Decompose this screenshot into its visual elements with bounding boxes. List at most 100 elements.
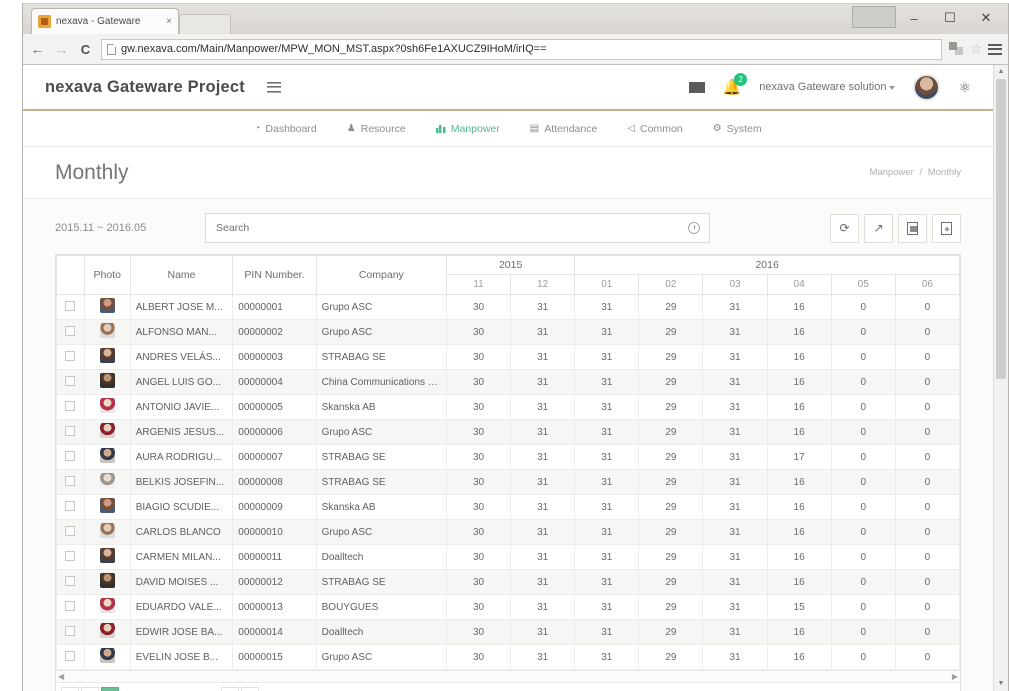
th-company[interactable]: Company bbox=[315, 255, 448, 295]
breadcrumb-parent[interactable]: Manpower bbox=[869, 167, 913, 178]
table-row[interactable]: ANTONIO JAVIE... 00000005 Skanska AB 30 31 31… bbox=[56, 394, 961, 420]
row-checkbox[interactable] bbox=[65, 625, 76, 636]
row-checkbox-cell[interactable] bbox=[56, 569, 85, 595]
table-row[interactable]: CARMEN MILAN... 00000011 Doalltech 30 31 31 29… bbox=[56, 544, 961, 570]
th-pin-number[interactable]: PIN Number. bbox=[232, 255, 317, 295]
th-select-all[interactable] bbox=[56, 255, 85, 295]
refresh-button[interactable]: ⟳ bbox=[830, 213, 859, 243]
row-checkbox[interactable] bbox=[65, 450, 76, 461]
bookmark-star-icon[interactable]: ☆ bbox=[970, 41, 982, 57]
forward-icon[interactable]: → bbox=[53, 41, 70, 57]
table-row[interactable]: ANGEL LUIS GO... 00000004 China Communicat… bbox=[56, 369, 961, 395]
table-row[interactable]: EVELIN JOSE B... 00000015 Grupo ASC 30 31 31 2… bbox=[56, 644, 961, 670]
avatar[interactable] bbox=[913, 73, 941, 101]
row-checkbox-cell[interactable] bbox=[56, 469, 85, 495]
scroll-right-icon[interactable]: ▶ bbox=[952, 672, 958, 681]
pager-page-5[interactable]: 5 bbox=[181, 687, 199, 691]
nav-item-resource[interactable]: ♟ Resource bbox=[347, 123, 406, 135]
pager-page-1[interactable]: 1 bbox=[101, 686, 119, 691]
th-month-2016-03[interactable]: 03 bbox=[702, 274, 768, 295]
row-checkbox[interactable] bbox=[65, 350, 76, 361]
th-month-2016-04[interactable]: 04 bbox=[766, 274, 832, 295]
scroll-left-icon[interactable]: ◀ bbox=[58, 672, 64, 681]
nav-item-attendance[interactable]: ▤ Attendance bbox=[530, 123, 598, 135]
clock-icon[interactable] bbox=[688, 222, 700, 234]
th-month-2015-12[interactable]: 12 bbox=[510, 274, 576, 295]
row-checkbox[interactable] bbox=[65, 600, 76, 611]
table-row[interactable]: ARGENIS JESUS... 00000006 Grupo ASC 30 31 31 2… bbox=[56, 419, 961, 445]
close-tab-icon[interactable]: × bbox=[166, 16, 172, 27]
user-menu[interactable]: nexava Gateware solution bbox=[759, 81, 896, 93]
nav-item-dashboard[interactable]: ◔ Dashboard bbox=[254, 123, 316, 135]
scroll-up-icon[interactable]: ▲ bbox=[994, 65, 1008, 79]
export-pdf-button[interactable] bbox=[932, 213, 961, 243]
row-checkbox-cell[interactable] bbox=[56, 394, 85, 420]
table-row[interactable]: ALFONSO MAN... 00000002 Grupo ASC 30 31 31 29 3… bbox=[56, 319, 961, 345]
row-checkbox[interactable] bbox=[65, 375, 76, 386]
table-row[interactable]: EDUARDO VALE... 00000013 BOUYGUES 30 31 31 29 3… bbox=[56, 594, 961, 620]
pager-page-3[interactable]: 3 bbox=[141, 687, 159, 691]
reload-icon[interactable]: C bbox=[77, 42, 94, 57]
pager-page-2[interactable]: 2 bbox=[121, 687, 139, 691]
row-checkbox[interactable] bbox=[65, 300, 76, 311]
window-restore-button[interactable] bbox=[852, 6, 896, 28]
extension-icon[interactable] bbox=[949, 42, 965, 56]
row-checkbox-cell[interactable] bbox=[56, 594, 85, 620]
row-checkbox[interactable] bbox=[65, 550, 76, 561]
row-checkbox-cell[interactable] bbox=[56, 344, 85, 370]
row-checkbox[interactable] bbox=[65, 575, 76, 586]
date-range-label[interactable]: 2015.11 ~ 2016.05 bbox=[55, 222, 205, 234]
scroll-down-icon[interactable]: ▼ bbox=[994, 677, 1008, 691]
table-horizontal-scrollbar[interactable]: ◀ ▶ bbox=[56, 670, 960, 682]
nav-item-common[interactable]: ◁ Common bbox=[627, 123, 682, 135]
browser-menu-icon[interactable] bbox=[988, 43, 1002, 55]
th-name[interactable]: Name bbox=[129, 255, 234, 295]
export-excel-button[interactable] bbox=[898, 213, 927, 243]
table-row[interactable]: EDWIR JOSE BA... 00000014 Doalltech 30 31 31 2… bbox=[56, 619, 961, 645]
scrollbar-thumb[interactable] bbox=[996, 79, 1006, 379]
row-checkbox-cell[interactable] bbox=[56, 369, 85, 395]
row-checkbox-cell[interactable] bbox=[56, 619, 85, 645]
flag-icon[interactable] bbox=[688, 81, 705, 93]
row-checkbox-cell[interactable] bbox=[56, 419, 85, 445]
row-checkbox[interactable] bbox=[65, 400, 76, 411]
th-month-2016-02[interactable]: 02 bbox=[638, 274, 704, 295]
search-input[interactable] bbox=[216, 222, 699, 234]
table-row[interactable]: DAVID MOISES ... 00000012 STRABAG SE 30 31 31… bbox=[56, 569, 961, 595]
back-icon[interactable]: ← bbox=[29, 41, 46, 57]
pager-last[interactable]: ⏭ bbox=[241, 686, 259, 691]
browser-tab[interactable]: nexava - Gateware × bbox=[31, 8, 179, 34]
row-checkbox-cell[interactable] bbox=[56, 519, 85, 545]
table-row[interactable]: BIAGIO SCUDIE... 00000009 Skanska AB 30 31 31… bbox=[56, 494, 961, 520]
settings-gear-icon[interactable]: ⚛ bbox=[958, 79, 971, 96]
address-bar[interactable]: gw.nexava.com/Main/Manpower/MPW_MON_MST.… bbox=[101, 38, 943, 60]
th-photo[interactable]: Photo bbox=[83, 255, 131, 295]
th-month-2016-06[interactable]: 06 bbox=[894, 274, 961, 295]
th-month-2016-01[interactable]: 01 bbox=[574, 274, 640, 295]
row-checkbox[interactable] bbox=[65, 325, 76, 336]
close-window-icon[interactable]: ✕ bbox=[968, 6, 1004, 30]
row-checkbox-cell[interactable] bbox=[56, 319, 85, 345]
maximize-icon[interactable]: ☐ bbox=[932, 6, 968, 30]
pager-first[interactable]: ⏮ bbox=[61, 686, 79, 691]
app-brand[interactable]: nexava Gateware Project bbox=[45, 78, 245, 97]
page-scrollbar[interactable]: ▲ ▼ bbox=[993, 65, 1008, 691]
table-row[interactable]: BELKIS JOSEFIN... 00000008 STRABAG SE 30 31 3… bbox=[56, 469, 961, 495]
notifications-button[interactable]: 🔔 2 bbox=[723, 72, 748, 97]
row-checkbox-cell[interactable] bbox=[56, 644, 85, 670]
sidebar-toggle-icon[interactable] bbox=[266, 81, 281, 93]
row-checkbox[interactable] bbox=[65, 425, 76, 436]
minimize-icon[interactable]: – bbox=[896, 6, 932, 30]
search-box[interactable] bbox=[205, 213, 710, 243]
pager-page-4[interactable]: 4 bbox=[161, 687, 179, 691]
row-checkbox-cell[interactable] bbox=[56, 444, 85, 470]
table-row[interactable]: AURA RODRIGU... 00000007 STRABAG SE 30 31 31 2… bbox=[56, 444, 961, 470]
row-checkbox[interactable] bbox=[65, 650, 76, 661]
new-tab-button[interactable] bbox=[179, 14, 231, 34]
table-row[interactable]: ANDRES VELÁS... 00000003 STRABAG SE 30 31 31 2… bbox=[56, 344, 961, 370]
th-month-2016-05[interactable]: 05 bbox=[830, 274, 896, 295]
table-row[interactable]: ALBERT JOSE M... 00000001 Grupo ASC 30 31 31 2… bbox=[56, 294, 961, 320]
nav-item-system[interactable]: ⚙ System bbox=[713, 123, 762, 135]
row-checkbox[interactable] bbox=[65, 475, 76, 486]
table-row[interactable]: CARLOS BLANCO 00000010 Grupo ASC 30 31 31 29 31… bbox=[56, 519, 961, 545]
